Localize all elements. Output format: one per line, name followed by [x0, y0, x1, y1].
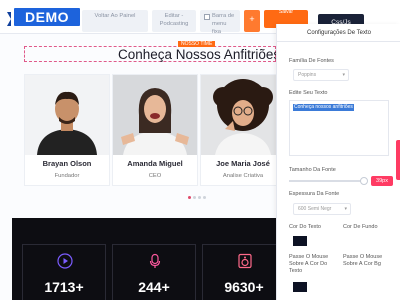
stat-box: 244+	[112, 244, 196, 300]
team-name: Joe Maria José	[216, 159, 270, 168]
carousel-dot[interactable]	[203, 196, 206, 199]
text-color-swatch[interactable]	[293, 236, 307, 246]
carousel-dot[interactable]	[193, 196, 196, 199]
microphone-icon	[149, 253, 161, 268]
play-icon	[57, 253, 73, 269]
team-photo	[25, 75, 109, 155]
stat-box: 9630+	[202, 244, 276, 300]
stats-section: 1713+ 244+ 9630+	[12, 218, 276, 300]
fixed-menu-toggle[interactable]: Barra de menu fixa	[200, 10, 240, 35]
fixed-menu-label: Barra de menu fixa	[212, 13, 235, 35]
font-family-select[interactable]: Poppins ▾	[293, 69, 349, 81]
hover-bg-color-label: Passe O Mouse Sobre A Cor Bg	[343, 254, 383, 267]
team-role: Fundador	[54, 173, 80, 179]
team-photo	[113, 75, 197, 155]
edit-page-button[interactable]: Editar - Podcasting	[152, 10, 196, 32]
team-card[interactable]: Amanda Miguel CEO	[112, 74, 198, 186]
carousel-dot[interactable]	[188, 196, 191, 199]
stat-value: 1713+	[44, 279, 84, 295]
font-size-label: Tamanho Da Fonte	[289, 167, 336, 173]
chevron-down-icon: ▾	[344, 206, 347, 212]
chevron-down-icon: ▾	[342, 72, 345, 78]
selected-text: Conheça nossos anfitriões	[293, 104, 354, 111]
hover-text-color-swatch[interactable]	[293, 282, 307, 292]
page-preview: NOSSO TIME Conheça Nossos Anfitriões Bra…	[0, 34, 276, 300]
add-button[interactable]: +	[244, 10, 260, 32]
team-role: Analise Criativa	[222, 173, 264, 179]
font-size-value: 39px	[371, 176, 393, 186]
edit-text-label: Edite Seu Texto	[289, 90, 328, 96]
team-name: Amanda Miguel	[127, 159, 183, 168]
stat-value: 9630+	[224, 279, 264, 295]
editor-root: DEMO Voltar Ao Painel Editar - Podcastin…	[0, 0, 400, 300]
stat-box: 1713+	[22, 244, 106, 300]
font-weight-value: 600 Semi Negr	[298, 206, 332, 212]
team-photo	[201, 75, 276, 155]
speaker-icon	[238, 253, 252, 269]
panel-title: Configurações De Texto	[277, 24, 400, 42]
font-weight-select[interactable]: 600 Semi Negr ▾	[293, 203, 351, 215]
team-role: CEO	[148, 173, 162, 179]
team-card[interactable]: Joe Maria José Analise Criativa	[200, 74, 276, 186]
text-settings-panel: Configurações De Texto Família De Fontes…	[276, 24, 400, 300]
font-family-value: Poppins	[298, 72, 317, 78]
back-to-panel-button[interactable]: Voltar Ao Painel	[82, 10, 148, 32]
hover-text-color-label: Passe O Mouse Sobre A Cor Do Texto	[289, 254, 329, 274]
font-family-label: Família De Fontes	[289, 58, 334, 64]
edit-text-textarea[interactable]: Conheça nossos anfitriões	[289, 100, 389, 156]
team-card[interactable]: Brayan Olson Fundador	[24, 74, 110, 186]
demo-logo: DEMO	[7, 8, 87, 26]
carousel-dots	[188, 186, 208, 204]
font-size-slider-track[interactable]	[289, 180, 365, 182]
font-weight-label: Espessura Da Fonte	[289, 191, 340, 197]
fixed-menu-checkbox[interactable]	[204, 14, 210, 20]
text-color-label: Cor Do Texto	[289, 224, 321, 230]
stat-value: 244+	[138, 279, 170, 295]
font-size-slider-thumb[interactable]	[360, 177, 368, 185]
section-title[interactable]: Conheça Nossos Anfitriões	[118, 47, 276, 62]
carousel-dot[interactable]	[198, 196, 201, 199]
bg-color-label: Cor De Fundo	[343, 224, 378, 230]
panel-scroll-indicator[interactable]	[396, 140, 400, 180]
team-name: Brayan Olson	[42, 159, 92, 168]
